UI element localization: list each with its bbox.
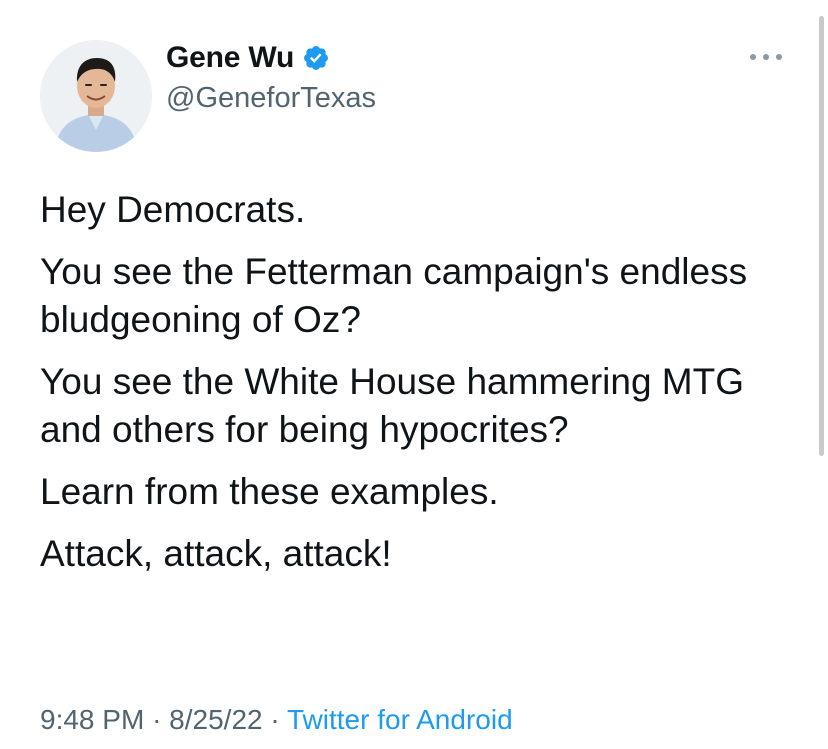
tweet-time[interactable]: 9:48 PM <box>40 704 144 735</box>
profile-photo-icon <box>40 40 152 152</box>
more-dots-icon <box>750 54 782 60</box>
meta-separator: · <box>270 704 280 735</box>
tweet-date[interactable]: 8/25/22 <box>169 704 262 735</box>
tweet-meta: 9:48 PM · 8/25/22 · Twitter for Android <box>40 704 513 736</box>
author-name-row: Gene Wu <box>166 38 330 78</box>
author-handle[interactable]: @GeneforTexas <box>166 82 376 115</box>
tweet-text: Hey Democrats. You see the Fetterman cam… <box>40 186 810 592</box>
tweet-paragraph: Attack, attack, attack! <box>40 533 392 574</box>
tweet-paragraph: You see the White House hammering MTG an… <box>40 361 745 450</box>
more-options-button[interactable] <box>744 42 788 72</box>
meta-separator: · <box>152 704 162 735</box>
avatar[interactable] <box>40 40 152 152</box>
scrollbar[interactable] <box>819 16 824 456</box>
tweet-paragraph: You see the Fetterman campaign's endless… <box>40 251 748 340</box>
tweet-source-link[interactable]: Twitter for Android <box>287 704 513 735</box>
tweet-card: Gene Wu @GeneforTexas Hey Democrats. You… <box>0 0 828 749</box>
tweet-paragraph: Learn from these examples. <box>40 471 499 512</box>
tweet-paragraph: Hey Democrats. <box>40 189 306 230</box>
author-name[interactable]: Gene Wu <box>166 41 294 75</box>
verified-badge-icon <box>302 44 330 72</box>
